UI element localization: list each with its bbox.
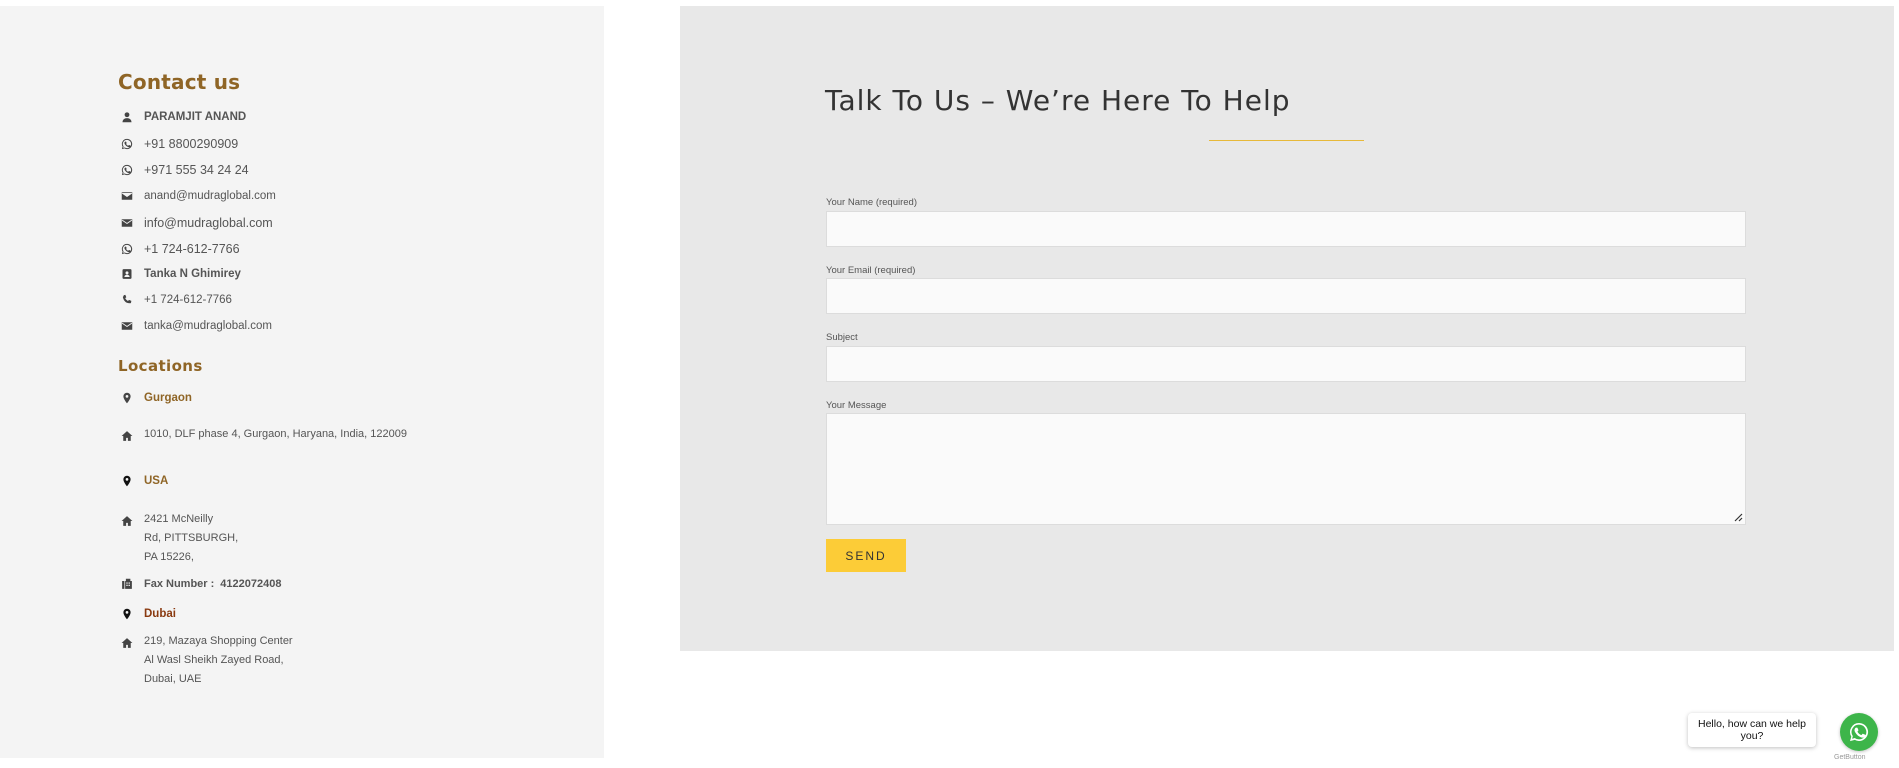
email-input[interactable] (826, 278, 1746, 314)
contact-item-email-info[interactable]: info@mudraglobal.com (120, 214, 273, 232)
contact-phone-uae: +971 555 34 24 24 (144, 163, 249, 177)
contact-item-phone-usa[interactable]: +1 724-612-7766 (120, 291, 232, 309)
contact-item-whatsapp-uae[interactable]: +971 555 34 24 24 (120, 161, 249, 179)
contact-phone-india: +91 8800290909 (144, 137, 239, 151)
address-line: PA 15226, (144, 551, 194, 563)
contact-email-tanka: tanka@mudraglobal.com (144, 320, 273, 332)
envelope-icon (120, 319, 134, 333)
whatsapp-icon (120, 163, 134, 177)
envelope-icon (120, 216, 134, 230)
contact-item-name: PARAMJIT ANAND (120, 108, 246, 126)
contact-item-whatsapp-usa[interactable]: +1 724-612-7766 (120, 240, 240, 258)
resize-handle-icon[interactable] (1733, 512, 1743, 522)
address-line: 2421 McNeilly (144, 513, 214, 525)
map-pin-icon (120, 391, 134, 405)
contact-item-email-tanka[interactable]: tanka@mudraglobal.com (120, 317, 272, 335)
whatsapp-icon (1850, 723, 1869, 742)
home-icon (120, 514, 134, 528)
envelope-icon (120, 189, 134, 203)
send-button[interactable]: SEND (826, 539, 906, 572)
contact-phone-usa: +1 724-612-7766 (144, 294, 232, 306)
location-usa-name: USA (144, 475, 169, 487)
powered-by-link[interactable]: GetButton (1834, 754, 1866, 761)
subject-input[interactable] (826, 346, 1746, 382)
contact-card-icon (120, 267, 134, 281)
contact-email-info: info@mudraglobal.com (144, 216, 273, 230)
address-line: Al Wasl Sheikh Zayed Road, (144, 654, 284, 666)
location-dubai-name: Dubai (144, 608, 176, 620)
subject-label: Subject (826, 332, 858, 343)
contact-name: PARAMJIT ANAND (144, 111, 247, 123)
contact-title: Contact us (118, 70, 241, 94)
contact-name-2: Tanka N Ghimirey (144, 268, 241, 280)
contact-item-whatsapp-india[interactable]: +91 8800290909 (120, 135, 238, 153)
fax-number: 4122072408 (220, 578, 282, 590)
whatsapp-chat-button[interactable] (1840, 713, 1878, 751)
name-input[interactable] (826, 211, 1746, 247)
whatsapp-icon (120, 242, 134, 256)
address-line: 1010, DLF phase 4, Gurgaon, Haryana, Ind… (144, 428, 407, 440)
name-label: Your Name (required) (826, 197, 917, 208)
location-gurgaon-address: 1010, DLF phase 4, Gurgaon, Haryana, Ind… (120, 428, 407, 444)
form-title: Talk To Us – We’re Here To Help (825, 84, 1291, 117)
chat-greeting-bubble[interactable]: Hello, how can we help you? (1688, 713, 1816, 747)
contact-email-anand: anand@mudraglobal.com (144, 190, 276, 202)
whatsapp-icon (120, 137, 134, 151)
message-textarea[interactable] (826, 413, 1746, 525)
fax-label: Fax Number : (144, 578, 215, 590)
location-dubai-heading: Dubai (120, 605, 176, 623)
address-line: Rd, PITTSBURGH, (144, 532, 239, 544)
locations-title: Locations (118, 357, 203, 375)
address-line: 219, Mazaya Shopping Center (144, 635, 293, 647)
contact-item-name-2: Tanka N Ghimirey (120, 265, 241, 283)
person-icon (120, 110, 134, 124)
contact-item-email-anand[interactable]: anand@mudraglobal.com (120, 187, 276, 205)
map-pin-icon (120, 474, 134, 488)
location-usa-heading: USA (120, 472, 168, 490)
fax-icon (120, 577, 134, 591)
address-line: Dubai, UAE (144, 673, 202, 685)
message-label: Your Message (826, 400, 887, 411)
phone-icon (120, 293, 134, 307)
map-pin-icon (120, 607, 134, 621)
location-dubai-address: 219, Mazaya Shopping Center Al Wasl Shei… (120, 635, 293, 689)
location-gurgaon-heading: Gurgaon (120, 389, 192, 407)
title-divider (1209, 140, 1364, 141)
home-icon (120, 429, 134, 443)
location-usa-address: 2421 McNeilly Rd, PITTSBURGH, PA 15226, (120, 513, 238, 567)
location-gurgaon-name: Gurgaon (144, 392, 192, 404)
home-icon (120, 636, 134, 650)
contact-phone-usa-whatsapp: +1 724-612-7766 (144, 242, 240, 256)
location-usa-fax: Fax Number : 4122072408 (120, 575, 281, 593)
contact-panel (0, 6, 604, 758)
email-label: Your Email (required) (826, 265, 916, 276)
